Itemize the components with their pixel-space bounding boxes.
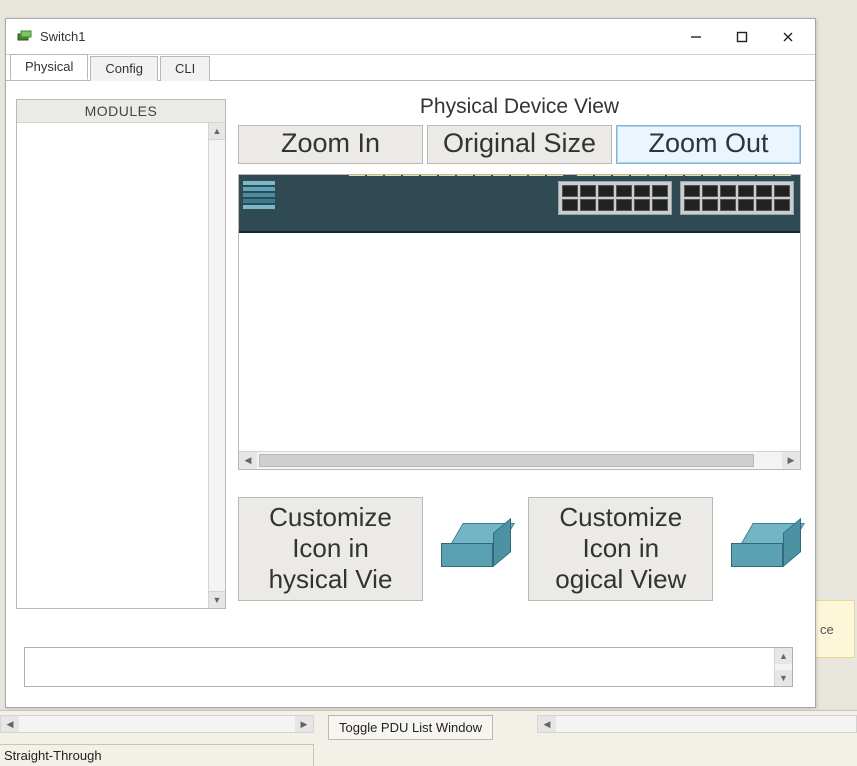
scroll-left-icon[interactable]: ◀ xyxy=(1,716,19,732)
bottom-left-hscroll[interactable]: ◀ ▶ xyxy=(0,715,314,733)
scroll-down-icon[interactable]: ▼ xyxy=(775,670,792,686)
customize-row: Customize Icon in hysical Vie Customize … xyxy=(238,497,801,601)
window-body: MODULES ▲ ▼ Physical Device View Zoom In… xyxy=(6,81,815,707)
bottom-right-hscroll[interactable]: ◀ xyxy=(537,715,857,733)
view-heading: Physical Device View xyxy=(238,95,801,119)
canvas-hscrollbar[interactable]: ◀ ▶ xyxy=(239,451,800,469)
status-text-field[interactable]: ▲ ▼ xyxy=(24,647,793,687)
switch-ports xyxy=(558,181,794,215)
cable-label: Straight-Through xyxy=(4,748,102,763)
port-status-lights xyxy=(346,174,794,176)
device-view-area: Physical Device View Zoom In Original Si… xyxy=(238,95,801,470)
scroll-right-icon[interactable]: ▶ xyxy=(782,452,800,469)
original-size-button[interactable]: Original Size xyxy=(427,125,612,164)
maximize-button[interactable] xyxy=(719,22,765,52)
tab-config[interactable]: Config xyxy=(90,56,158,81)
modules-header: MODULES xyxy=(17,100,225,123)
customize-physical-button[interactable]: Customize Icon in hysical Vie xyxy=(238,497,423,601)
background-panel: ce xyxy=(815,600,855,658)
zoom-in-button[interactable]: Zoom In xyxy=(238,125,423,164)
tab-label: Config xyxy=(105,61,143,76)
window-title: Switch1 xyxy=(40,29,86,44)
switch-status-leds xyxy=(243,181,275,209)
scroll-left-icon[interactable]: ◀ xyxy=(538,716,556,732)
modules-list[interactable]: ▲ ▼ xyxy=(17,123,225,608)
tab-physical[interactable]: Physical xyxy=(10,54,88,80)
zoom-out-button[interactable]: Zoom Out xyxy=(616,125,801,164)
minimize-button[interactable] xyxy=(673,22,719,52)
status-vscrollbar[interactable]: ▲ ▼ xyxy=(774,648,792,686)
titlebar: Switch1 xyxy=(6,19,815,55)
scroll-up-icon[interactable]: ▲ xyxy=(209,123,225,140)
close-button[interactable] xyxy=(765,22,811,52)
scroll-right-icon[interactable]: ▶ xyxy=(295,716,313,732)
tab-label: Physical xyxy=(25,59,73,74)
window-controls xyxy=(673,22,811,52)
tab-cli[interactable]: CLI xyxy=(160,56,210,81)
scroll-up-icon[interactable]: ▲ xyxy=(775,648,792,664)
modules-panel: MODULES ▲ ▼ xyxy=(16,99,226,609)
device-window: Switch1 Physical Config CLI MODULES ▲ ▼ xyxy=(5,18,816,708)
scroll-thumb[interactable] xyxy=(259,454,754,467)
switch-physical-icon[interactable] xyxy=(441,523,511,575)
tabbar: Physical Config CLI xyxy=(6,55,815,81)
app-icon xyxy=(16,28,34,46)
modules-scrollbar[interactable]: ▲ ▼ xyxy=(208,123,225,608)
bg-label: ce xyxy=(820,622,834,637)
device-canvas[interactable]: ◀ ▶ xyxy=(238,174,801,470)
app-lower-strip: ◀ ▶ Toggle PDU List Window ◀ Straight-Th… xyxy=(0,710,857,766)
tab-label: CLI xyxy=(175,61,195,76)
customize-logical-button[interactable]: Customize Icon in ogical View xyxy=(528,497,713,601)
scroll-down-icon[interactable]: ▼ xyxy=(209,591,225,608)
cable-selection[interactable]: Straight-Through xyxy=(0,744,314,766)
switch-logical-icon[interactable] xyxy=(731,523,801,575)
switch-device[interactable] xyxy=(239,174,800,233)
zoom-controls: Zoom In Original Size Zoom Out xyxy=(238,125,801,164)
scroll-left-icon[interactable]: ◀ xyxy=(239,452,257,469)
toggle-pdu-button[interactable]: Toggle PDU List Window xyxy=(328,715,493,740)
